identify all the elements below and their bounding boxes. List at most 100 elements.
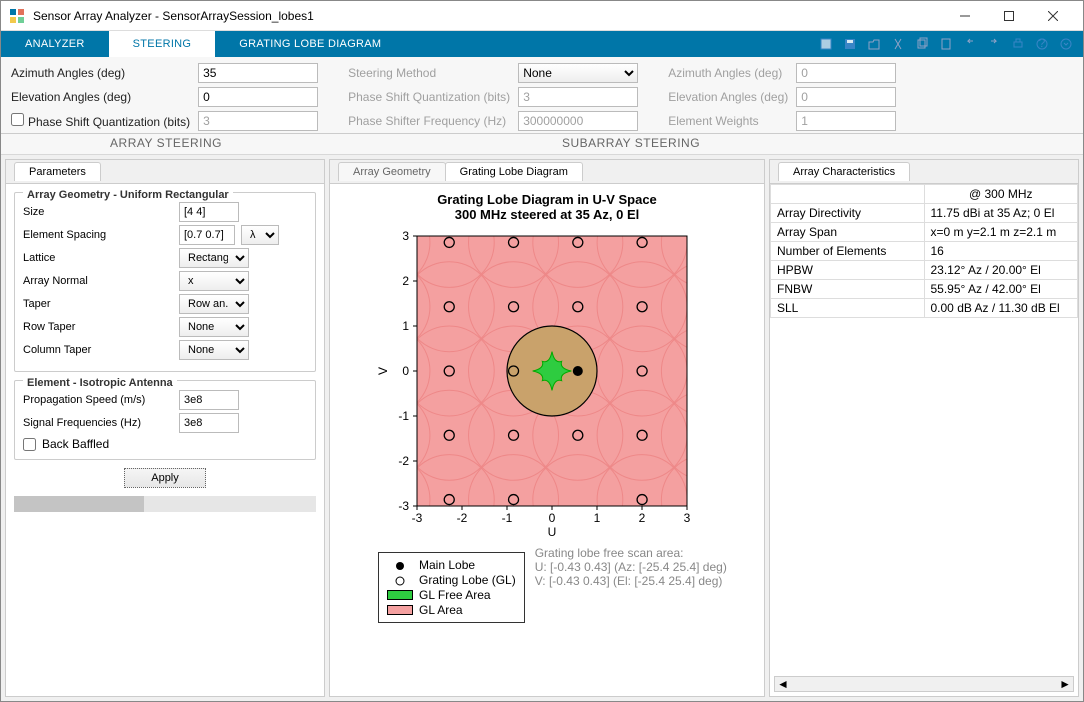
svg-text:2: 2 bbox=[639, 511, 646, 525]
input-weights bbox=[796, 111, 896, 131]
grating-lobe-plot: -3-3-2-2-1-100112233UV bbox=[367, 226, 727, 546]
gl-free-swatch bbox=[387, 590, 413, 600]
grating-lobe-swatch bbox=[387, 575, 413, 585]
svg-text:-2: -2 bbox=[398, 454, 409, 468]
select-spacing-unit[interactable]: λ bbox=[241, 225, 279, 245]
tab-grating-lobe[interactable]: GRATING LOBE DIAGRAM bbox=[215, 31, 405, 57]
svg-text:0: 0 bbox=[402, 364, 409, 378]
svg-text:3: 3 bbox=[402, 229, 409, 243]
input-size[interactable] bbox=[179, 202, 239, 222]
select-lattice[interactable]: Rectang... bbox=[179, 248, 249, 268]
undo-icon[interactable] bbox=[959, 34, 981, 54]
chart-legend: Main Lobe Grating Lobe (GL) GL Free Area… bbox=[378, 552, 525, 623]
input-psf bbox=[518, 111, 638, 131]
label-lattice: Lattice bbox=[23, 252, 173, 264]
help-icon[interactable]: ? bbox=[1031, 34, 1053, 54]
save-icon[interactable] bbox=[839, 34, 861, 54]
label-elevation: Elevation Angles (deg) bbox=[11, 90, 190, 104]
table-row: Array Spanx=0 m y=2.1 m z=2.1 m bbox=[771, 223, 1078, 242]
label-elevation2: Elevation Angles (deg) bbox=[668, 90, 788, 104]
ribbon-tabs: ANALYZER STEERING GRATING LOBE DIAGRAM ? bbox=[1, 31, 1083, 57]
input-azimuth[interactable] bbox=[198, 63, 318, 83]
label-psf: Phase Shifter Frequency (Hz) bbox=[348, 114, 510, 128]
scan-line2: U: [-0.43 0.43] (Az: [-25.4 25.4] deg) bbox=[535, 560, 727, 574]
legend-grating-lobe: Grating Lobe (GL) bbox=[419, 573, 516, 587]
label-azimuth2: Azimuth Angles (deg) bbox=[668, 66, 788, 80]
tab-parameters[interactable]: Parameters bbox=[14, 162, 101, 181]
table-row: Array Directivity11.75 dBi at 35 Az; 0 E… bbox=[771, 204, 1078, 223]
window-title: Sensor Array Analyzer - SensorArraySessi… bbox=[33, 9, 943, 23]
parameters-panel: Parameters Array Geometry - Uniform Rect… bbox=[5, 159, 325, 697]
scroll-right-icon[interactable]: ► bbox=[1059, 677, 1071, 691]
svg-text:-3: -3 bbox=[398, 499, 409, 513]
input-spacing[interactable] bbox=[179, 225, 235, 245]
label-weights: Element Weights bbox=[668, 114, 788, 128]
new-icon[interactable] bbox=[815, 34, 837, 54]
tab-steering[interactable]: STEERING bbox=[109, 31, 216, 57]
steering-footer: ARRAY STEERING SUBARRAY STEERING bbox=[1, 134, 1083, 155]
redo-icon[interactable] bbox=[983, 34, 1005, 54]
table-row: HPBW23.12° Az / 20.00° El bbox=[771, 261, 1078, 280]
ribbon-quick-icons: ? bbox=[815, 31, 1083, 57]
select-taper[interactable]: Row an... bbox=[179, 294, 249, 314]
input-propagation[interactable] bbox=[179, 390, 239, 410]
svg-text:-1: -1 bbox=[398, 409, 409, 423]
input-azimuth2 bbox=[796, 63, 896, 83]
paste-icon[interactable] bbox=[935, 34, 957, 54]
chart-title: Grating Lobe Diagram in U-V Space bbox=[338, 192, 756, 207]
print-icon[interactable] bbox=[1007, 34, 1029, 54]
tab-grating-lobe-diagram[interactable]: Grating Lobe Diagram bbox=[445, 162, 583, 181]
app-logo-icon bbox=[9, 8, 25, 24]
select-steering-method[interactable]: None bbox=[518, 63, 638, 83]
checkbox-baffled[interactable] bbox=[23, 438, 36, 451]
scan-line3: V: [-0.43 0.43] (El: [-25.4 25.4] deg) bbox=[535, 574, 727, 588]
label-rowtaper: Row Taper bbox=[23, 321, 173, 333]
cut-icon[interactable] bbox=[887, 34, 909, 54]
input-frequencies[interactable] bbox=[179, 413, 239, 433]
svg-text:3: 3 bbox=[684, 511, 691, 525]
characteristics-hscroll[interactable]: ◄ ► bbox=[774, 676, 1074, 692]
parameters-hscroll[interactable] bbox=[14, 496, 316, 512]
apply-button[interactable]: Apply bbox=[124, 468, 206, 488]
checkbox-psq[interactable] bbox=[11, 113, 24, 126]
main-lobe-swatch bbox=[387, 560, 413, 570]
select-coltaper[interactable]: None bbox=[179, 340, 249, 360]
chart-area: Grating Lobe Diagram in U-V Space 300 MH… bbox=[338, 192, 756, 688]
steering-panel: Azimuth Angles (deg) Elevation Angles (d… bbox=[1, 57, 1083, 134]
scroll-left-icon[interactable]: ◄ bbox=[777, 677, 789, 691]
label-normal: Array Normal bbox=[23, 275, 173, 287]
svg-text:-1: -1 bbox=[502, 511, 513, 525]
label-psq2: Phase Shift Quantization (bits) bbox=[348, 90, 510, 104]
characteristics-panel: Array Characteristics @ 300 MHz Array Di… bbox=[769, 159, 1079, 697]
label-size: Size bbox=[23, 206, 173, 218]
input-psq2 bbox=[518, 87, 638, 107]
label-baffled: Back Baffled bbox=[42, 437, 109, 451]
select-normal[interactable]: x bbox=[179, 271, 249, 291]
free-scan-info: Grating lobe free scan area: U: [-0.43 0… bbox=[535, 546, 727, 623]
collapse-ribbon-icon[interactable] bbox=[1055, 34, 1077, 54]
open-icon[interactable] bbox=[863, 34, 885, 54]
legend-gl-area: GL Area bbox=[419, 603, 463, 617]
minimize-button[interactable] bbox=[943, 2, 987, 30]
input-elevation2 bbox=[796, 87, 896, 107]
svg-text:U: U bbox=[548, 525, 557, 539]
maximize-button[interactable] bbox=[987, 2, 1031, 30]
svg-text:0: 0 bbox=[549, 511, 556, 525]
table-row: SLL0.00 dB Az / 11.30 dB El bbox=[771, 299, 1078, 318]
tab-characteristics[interactable]: Array Characteristics bbox=[778, 162, 910, 181]
label-azimuth: Azimuth Angles (deg) bbox=[11, 66, 190, 80]
input-elevation[interactable] bbox=[198, 87, 318, 107]
tab-analyzer[interactable]: ANALYZER bbox=[1, 31, 109, 57]
svg-text:1: 1 bbox=[402, 319, 409, 333]
label-steering-method: Steering Method bbox=[348, 66, 510, 80]
select-rowtaper[interactable]: None bbox=[179, 317, 249, 337]
title-bar: Sensor Array Analyzer - SensorArraySessi… bbox=[1, 1, 1083, 31]
svg-text:V: V bbox=[376, 367, 390, 375]
svg-text:2: 2 bbox=[402, 274, 409, 288]
svg-text:-3: -3 bbox=[412, 511, 423, 525]
close-button[interactable] bbox=[1031, 2, 1075, 30]
legend-main-lobe: Main Lobe bbox=[419, 558, 475, 572]
copy-icon[interactable] bbox=[911, 34, 933, 54]
tab-array-geometry[interactable]: Array Geometry bbox=[338, 162, 446, 181]
chart-subtitle: 300 MHz steered at 35 Az, 0 El bbox=[338, 207, 756, 222]
